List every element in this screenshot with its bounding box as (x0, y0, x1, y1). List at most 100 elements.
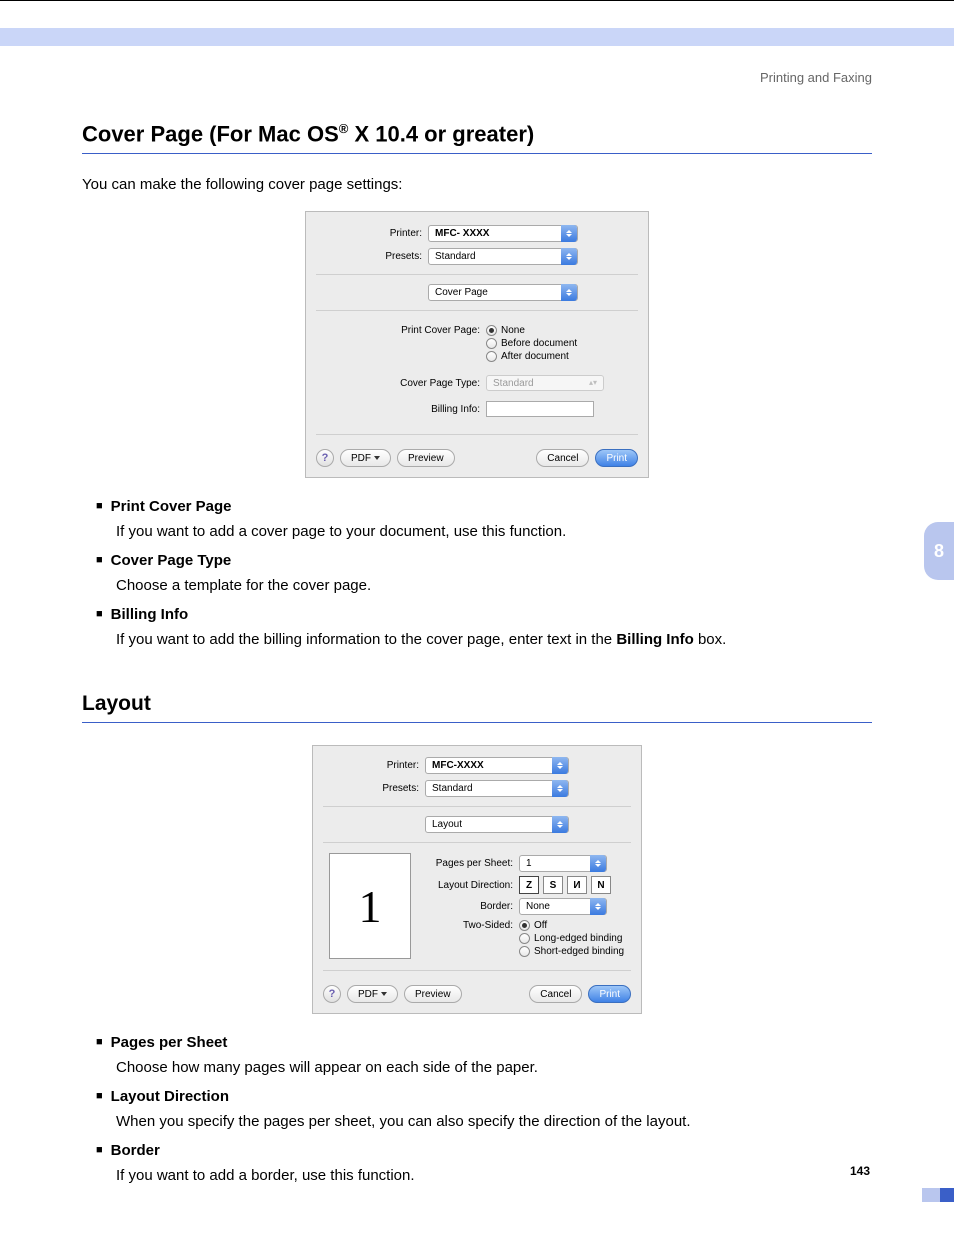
pps-select[interactable]: 1 (519, 855, 607, 872)
heading-rule (82, 722, 872, 723)
dir-btn-3[interactable]: И (567, 876, 587, 894)
radio-none-label: None (501, 325, 525, 336)
printer-label: Printer: (325, 760, 425, 771)
radio-icon (519, 933, 530, 944)
pps-value: 1 (526, 858, 532, 869)
footer-accent (922, 1188, 954, 1202)
layout-bullet-list: Pages per Sheet Choose how many pages wi… (96, 1034, 872, 1184)
bullet-body: When you specify the pages per sheet, yo… (116, 1113, 872, 1130)
list-item: Layout Direction When you specify the pa… (96, 1088, 872, 1130)
printer-label: Printer: (318, 228, 428, 239)
cover-page-type-label: Cover Page Type: (318, 378, 486, 389)
panel-select[interactable]: Layout (425, 816, 569, 833)
dropdown-arrows-icon (552, 780, 568, 797)
section-heading: Cover Page (For Mac OS® X 10.4 or greate… (82, 121, 872, 147)
printer-select[interactable]: MFC- XXXX (428, 225, 578, 242)
bullet-head: Border (96, 1142, 872, 1159)
border-value: None (526, 901, 550, 912)
cover-page-type-select: Standard ▴▾ (486, 375, 604, 391)
help-button[interactable]: ? (323, 985, 341, 1003)
chevron-down-icon (381, 992, 387, 996)
cover-page-dialog: Printer: MFC- XXXX Presets: Standard Cov… (305, 211, 649, 478)
bullet-head: Layout Direction (96, 1088, 872, 1105)
radio-none[interactable]: None (486, 324, 577, 337)
billing-info-label: Billing Info: (318, 404, 486, 415)
page-content: Printing and Faxing Cover Page (For Mac … (0, 46, 954, 1236)
top-accent-bar (0, 0, 954, 46)
chevron-down-icon (374, 456, 380, 460)
bullet-head: Cover Page Type (96, 552, 872, 569)
running-header: Printing and Faxing (82, 70, 872, 85)
radio-short-label: Short-edged binding (534, 946, 624, 957)
pdf-label: PDF (351, 453, 371, 464)
dropdown-arrows-icon (552, 816, 568, 833)
presets-label: Presets: (325, 783, 425, 794)
bullet-head: Pages per Sheet (96, 1034, 872, 1051)
pdf-button[interactable]: PDF (340, 449, 391, 467)
printer-value: MFC- XXXX (435, 228, 489, 239)
dir-btn-2[interactable]: S (543, 876, 563, 894)
bullet-body: If you want to add a cover page to your … (116, 523, 872, 540)
preview-button[interactable]: Preview (404, 985, 462, 1003)
h1-sup: ® (339, 121, 349, 136)
dropdown-arrows-icon (561, 225, 577, 242)
bullet-body: Choose how many pages will appear on eac… (116, 1059, 872, 1076)
presets-select[interactable]: Standard (425, 780, 569, 797)
print-cover-page-label: Print Cover Page: (318, 324, 486, 336)
radio-long[interactable]: Long-edged binding (519, 932, 624, 945)
list-item: Border If you want to add a border, use … (96, 1142, 872, 1184)
border-label: Border: (425, 901, 519, 912)
panel-select[interactable]: Cover Page (428, 284, 578, 301)
body-post: box. (694, 631, 727, 648)
dir-btn-1[interactable]: Z (519, 876, 539, 894)
bullet-body: Choose a template for the cover page. (116, 577, 872, 594)
cancel-button[interactable]: Cancel (529, 985, 582, 1003)
ldir-label: Layout Direction: (425, 880, 519, 891)
bullet-head: Billing Info (96, 606, 872, 623)
radio-icon (519, 946, 530, 957)
dropdown-arrows-icon (590, 855, 606, 872)
pps-label: Pages per Sheet: (425, 858, 519, 869)
help-button[interactable]: ? (316, 449, 334, 467)
radio-short[interactable]: Short-edged binding (519, 945, 624, 958)
list-item: Print Cover Page If you want to add a co… (96, 498, 872, 540)
layout-heading: Layout (82, 692, 872, 716)
radio-icon (519, 920, 530, 931)
printer-select[interactable]: MFC-XXXX (425, 757, 569, 774)
page-preview: 1 (329, 853, 411, 959)
dir-btn-4[interactable]: N (591, 876, 611, 894)
cancel-button[interactable]: Cancel (536, 449, 589, 467)
page-number: 143 (850, 1164, 870, 1178)
preview-button[interactable]: Preview (397, 449, 455, 467)
cover-page-bullet-list: Print Cover Page If you want to add a co… (96, 498, 872, 648)
dropdown-arrows-icon (590, 898, 606, 915)
panel-value: Layout (432, 819, 462, 830)
border-select[interactable]: None (519, 898, 607, 915)
print-button[interactable]: Print (595, 449, 638, 467)
list-item: Pages per Sheet Choose how many pages wi… (96, 1034, 872, 1076)
dropdown-arrows-icon (561, 248, 577, 265)
h1-post: X 10.4 or greater) (348, 121, 534, 146)
body-bold: Billing Info (616, 631, 693, 648)
radio-before[interactable]: Before document (486, 337, 577, 350)
radio-after[interactable]: After document (486, 350, 577, 363)
pdf-label: PDF (358, 989, 378, 1000)
two-sided-label: Two-Sided: (425, 919, 519, 931)
separator (323, 842, 631, 843)
billing-info-input[interactable] (486, 401, 594, 417)
radio-long-label: Long-edged binding (534, 933, 622, 944)
bullet-body: If you want to add the billing informati… (116, 631, 872, 648)
print-button[interactable]: Print (588, 985, 631, 1003)
layout-direction-buttons: Z S И N (519, 876, 611, 894)
pdf-button[interactable]: PDF (347, 985, 398, 1003)
intro-text: You can make the following cover page se… (82, 176, 872, 193)
printer-value: MFC-XXXX (432, 760, 484, 771)
radio-off[interactable]: Off (519, 919, 624, 932)
heading-rule (82, 153, 872, 154)
presets-select[interactable]: Standard (428, 248, 578, 265)
separator (316, 310, 638, 311)
panel-value: Cover Page (435, 287, 488, 298)
separator (323, 806, 631, 807)
radio-after-label: After document (501, 351, 569, 362)
separator (316, 434, 638, 435)
